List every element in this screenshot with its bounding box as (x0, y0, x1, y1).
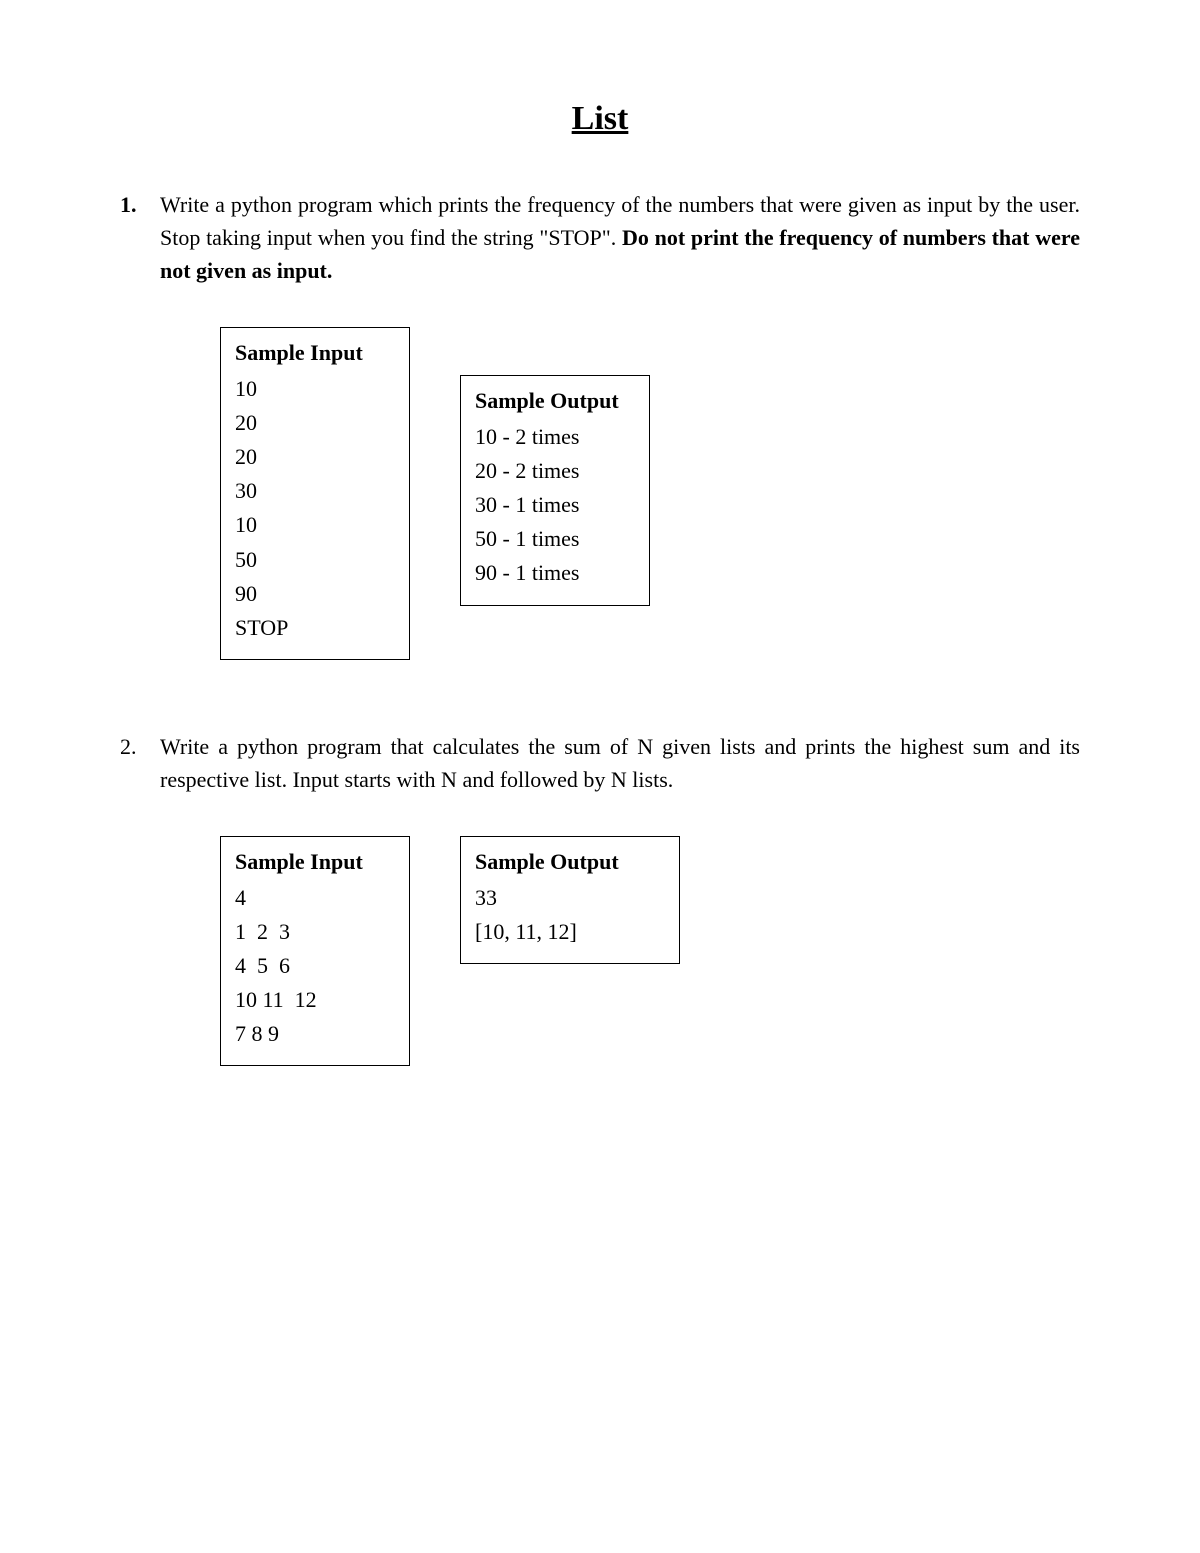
question-2-header: 2. Write a python program that calculate… (120, 730, 1080, 796)
sample-input-line: 30 (235, 474, 395, 508)
sample-output-line: [10, 11, 12] (475, 915, 665, 949)
sample-output-line: 50 - 1 times (475, 522, 635, 556)
sample-input-line: 4 (235, 881, 395, 915)
question-1-header: 1. Write a python program which prints t… (120, 188, 1080, 287)
sample-input-line: 10 (235, 508, 395, 542)
sample-input-line: 1 2 3 (235, 915, 395, 949)
page-title: List (120, 100, 1080, 138)
sample-output-line: 20 - 2 times (475, 454, 635, 488)
question-2-text: Write a python program that calculates t… (160, 730, 1080, 796)
sample-output-line: 30 - 1 times (475, 488, 635, 522)
sample-output-line: 10 - 2 times (475, 420, 635, 454)
sample-output-line: 33 (475, 881, 665, 915)
question-2-text-plain: Write a python program that calculates t… (160, 734, 1080, 792)
question-1-sample-output-box: Sample Output 10 - 2 times 20 - 2 times … (460, 375, 650, 606)
sample-input-line: 7 8 9 (235, 1017, 395, 1051)
sample-output-line: 90 - 1 times (475, 556, 635, 590)
sample-input-line: 20 (235, 440, 395, 474)
question-2: 2. Write a python program that calculate… (120, 730, 1080, 1067)
question-2-sample-input-title: Sample Input (235, 845, 395, 879)
question-1-sample-input-box: Sample Input 10 20 20 30 10 50 90 STOP (220, 327, 410, 660)
question-2-sample-output-box: Sample Output 33 [10, 11, 12] (460, 836, 680, 964)
question-1-number: 1. (120, 188, 160, 221)
sample-input-line: STOP (235, 611, 395, 645)
sample-input-line: 20 (235, 406, 395, 440)
sample-input-line: 10 11 12 (235, 983, 395, 1017)
question-1-sample-output-title: Sample Output (475, 384, 635, 418)
question-2-number: 2. (120, 730, 160, 763)
sample-input-line: 4 5 6 (235, 949, 395, 983)
question-1-samples: Sample Input 10 20 20 30 10 50 90 STOP S… (220, 327, 1080, 660)
question-2-sample-output-title: Sample Output (475, 845, 665, 879)
question-2-sample-input-box: Sample Input 4 1 2 3 4 5 6 10 11 12 7 8 … (220, 836, 410, 1067)
question-1-sample-input-title: Sample Input (235, 336, 395, 370)
question-2-samples: Sample Input 4 1 2 3 4 5 6 10 11 12 7 8 … (220, 836, 1080, 1067)
sample-input-line: 50 (235, 543, 395, 577)
sample-input-line: 10 (235, 372, 395, 406)
question-1: 1. Write a python program which prints t… (120, 188, 1080, 660)
sample-input-line: 90 (235, 577, 395, 611)
question-1-text: Write a python program which prints the … (160, 188, 1080, 287)
